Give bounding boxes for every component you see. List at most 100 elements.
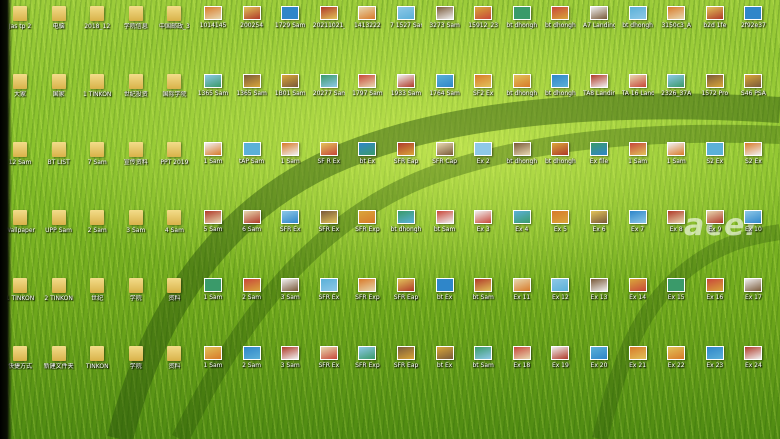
desktop-icon[interactable]: bt dhongh [544,142,576,178]
desktop-icon[interactable]: 20277 Sam [313,74,345,110]
desktop-icon[interactable]: Ex 12 [544,278,576,314]
desktop-icon[interactable]: b2d 1fe [699,6,731,42]
desktop-icon[interactable]: Ex 10 [737,210,769,246]
desktop-icon[interactable]: A7 Landing [583,6,615,42]
desktop-icon[interactable]: Ex 18 [506,346,538,382]
desktop-icon[interactable]: 3 Sam [120,210,152,246]
desktop-icon[interactable]: SFR Ex [274,210,306,246]
desktop-icon[interactable]: SFR Eap [390,142,422,178]
desktop-icon[interactable]: Ex 9 [699,210,731,246]
desktop-icon[interactable]: 1 TINKON [81,74,113,110]
desktop-icon[interactable]: bt dhongh [544,74,576,110]
desktop-icon[interactable]: 2 Sam [236,278,268,314]
desktop-icon[interactable]: 1365 Sam [236,74,268,110]
desktop-icon[interactable]: TA8 Landing [583,74,615,110]
desktop-icon[interactable]: 宣传资料 [120,142,152,178]
desktop-icon[interactable]: bt dhongh [544,6,576,42]
desktop-icon[interactable]: 1 Sam [660,142,692,178]
desktop-icon[interactable]: 1 Sam [622,142,654,178]
desktop-icon[interactable]: SFR Ex [313,278,345,314]
desktop-icon[interactable]: tAP Sam [236,142,268,178]
desktop-icon[interactable]: SFR Eap [390,278,422,314]
desktop-icon[interactable]: SF R Ex [313,142,345,178]
desktop-icon[interactable]: S46 PSA [737,74,769,110]
desktop-icon[interactable]: 5 Sam [197,210,229,246]
desktop-icon[interactable]: 1 Sam [274,142,306,178]
desktop-icon[interactable]: bt dhongh [622,6,654,42]
desktop-icon[interactable]: 1797 Sam [351,74,383,110]
desktop-icon[interactable]: 4 Sam [158,210,190,246]
desktop-icon[interactable]: Ex 14 [622,278,654,314]
desktop-icon[interactable]: SFR Cap [429,142,461,178]
desktop-icon[interactable]: 2f92e37 [737,6,769,42]
desktop-icon[interactable]: Ex 16 [699,278,731,314]
desktop-icon[interactable]: bt Ex [429,346,461,382]
desktop-icon[interactable]: Ex 8 [660,210,692,246]
desktop-icon[interactable]: 1 Sam [197,278,229,314]
desktop-icon[interactable]: 世纪 [81,278,113,314]
desktop-icon[interactable]: 国际学院 [158,74,190,110]
desktop-icon[interactable]: Ex file [583,142,615,178]
desktop-icon[interactable]: 学院 [120,278,152,314]
desktop-icon[interactable]: bt dhongh [506,6,538,42]
desktop-icon[interactable]: 2326_37A [660,74,692,110]
desktop-icon[interactable]: TA 16 Landing [622,74,654,110]
desktop-icon[interactable]: UPP Sam [43,210,75,246]
desktop-icon[interactable]: Ex 15 [660,278,692,314]
desktop-icon[interactable]: 电脑 [43,6,75,42]
desktop-icon[interactable]: Ex 22 [660,346,692,382]
desktop-icon[interactable]: Ex 6 [583,210,615,246]
desktop-icon[interactable]: Ex 23 [699,346,731,382]
desktop-icon[interactable]: 2 Sam [81,210,113,246]
desktop-icon[interactable]: 6 Sam [236,210,268,246]
desktop-icon[interactable]: 1 Sam [197,346,229,382]
desktop-icon[interactable]: 200254 [236,6,268,42]
desktop-icon[interactable]: SFR Eap [390,346,422,382]
desktop-icon[interactable]: 1014145 [197,6,229,42]
desktop-icon[interactable]: bt Sam [467,278,499,314]
desktop-icon[interactable]: Ex 7 [622,210,654,246]
desktop-icon[interactable]: SFR Exp [351,278,383,314]
desktop-icon[interactable]: 20211021_1 [313,6,345,42]
desktop-icon[interactable]: 1B01 Sam [274,74,306,110]
desktop-icon[interactable]: SFR Exp [351,346,383,382]
desktop-icon[interactable]: 中国邮政_3 [158,6,190,42]
desktop-icon[interactable]: SFR Exp [351,210,383,246]
desktop-icon[interactable]: 3150c3_A [660,6,692,42]
desktop-icon[interactable]: 新建文件夹 [43,346,75,382]
desktop-icon[interactable]: Ex 5 [544,210,576,246]
desktop-icon[interactable]: 1764 Sam [429,74,461,110]
desktop-icon[interactable]: 资料 [158,278,190,314]
desktop-icon[interactable]: SFR Ex [313,346,345,382]
desktop-icon[interactable]: 2 Sam [236,346,268,382]
desktop-icon[interactable]: Ex 13 [583,278,615,314]
desktop-icon[interactable]: 7 Sam [81,142,113,178]
desktop-icon[interactable]: 7 1527 Sam [390,6,422,42]
desktop-icon[interactable]: bt Sam [467,346,499,382]
desktop-icon[interactable]: S2 Ex [737,142,769,178]
desktop-icon[interactable]: Ex 11 [506,278,538,314]
desktop-icon[interactable]: Ex 20 [583,346,615,382]
desktop-icon[interactable]: Ex 21 [622,346,654,382]
desktop-icon[interactable]: bt dhongh [506,142,538,178]
desktop-icon[interactable]: 3273 Sam [429,6,461,42]
desktop-icon[interactable]: BT LIST [43,142,75,178]
desktop-icon[interactable]: 15912_23 [467,6,499,42]
desktop-icon[interactable]: Ex 24 [737,346,769,382]
desktop-icon[interactable]: Ex 3 [467,210,499,246]
desktop-icon[interactable]: S2 Ex [699,142,731,178]
desktop-icon[interactable]: 1413222 [351,6,383,42]
desktop-icon[interactable]: 1365 Sam [197,74,229,110]
desktop-icon[interactable]: bt dhongh [506,74,538,110]
desktop-icon[interactable]: 学院 [120,346,152,382]
desktop-icon[interactable]: bt Ex [429,278,461,314]
desktop-icon[interactable]: SFR Ex [313,210,345,246]
desktop-icon[interactable]: PPT 2019 [158,142,190,178]
desktop-icon[interactable]: bt dhongh [390,210,422,246]
desktop-icon[interactable]: 2 TINKON [43,278,75,314]
desktop-icon[interactable]: 1572 Pro [699,74,731,110]
desktop-icon[interactable]: SF2 Ex [467,74,499,110]
desktop-icon[interactable]: 学院信息 [120,6,152,42]
desktop-icon[interactable]: 资料 [158,346,190,382]
desktop-icon[interactable]: 3 Sam [274,278,306,314]
